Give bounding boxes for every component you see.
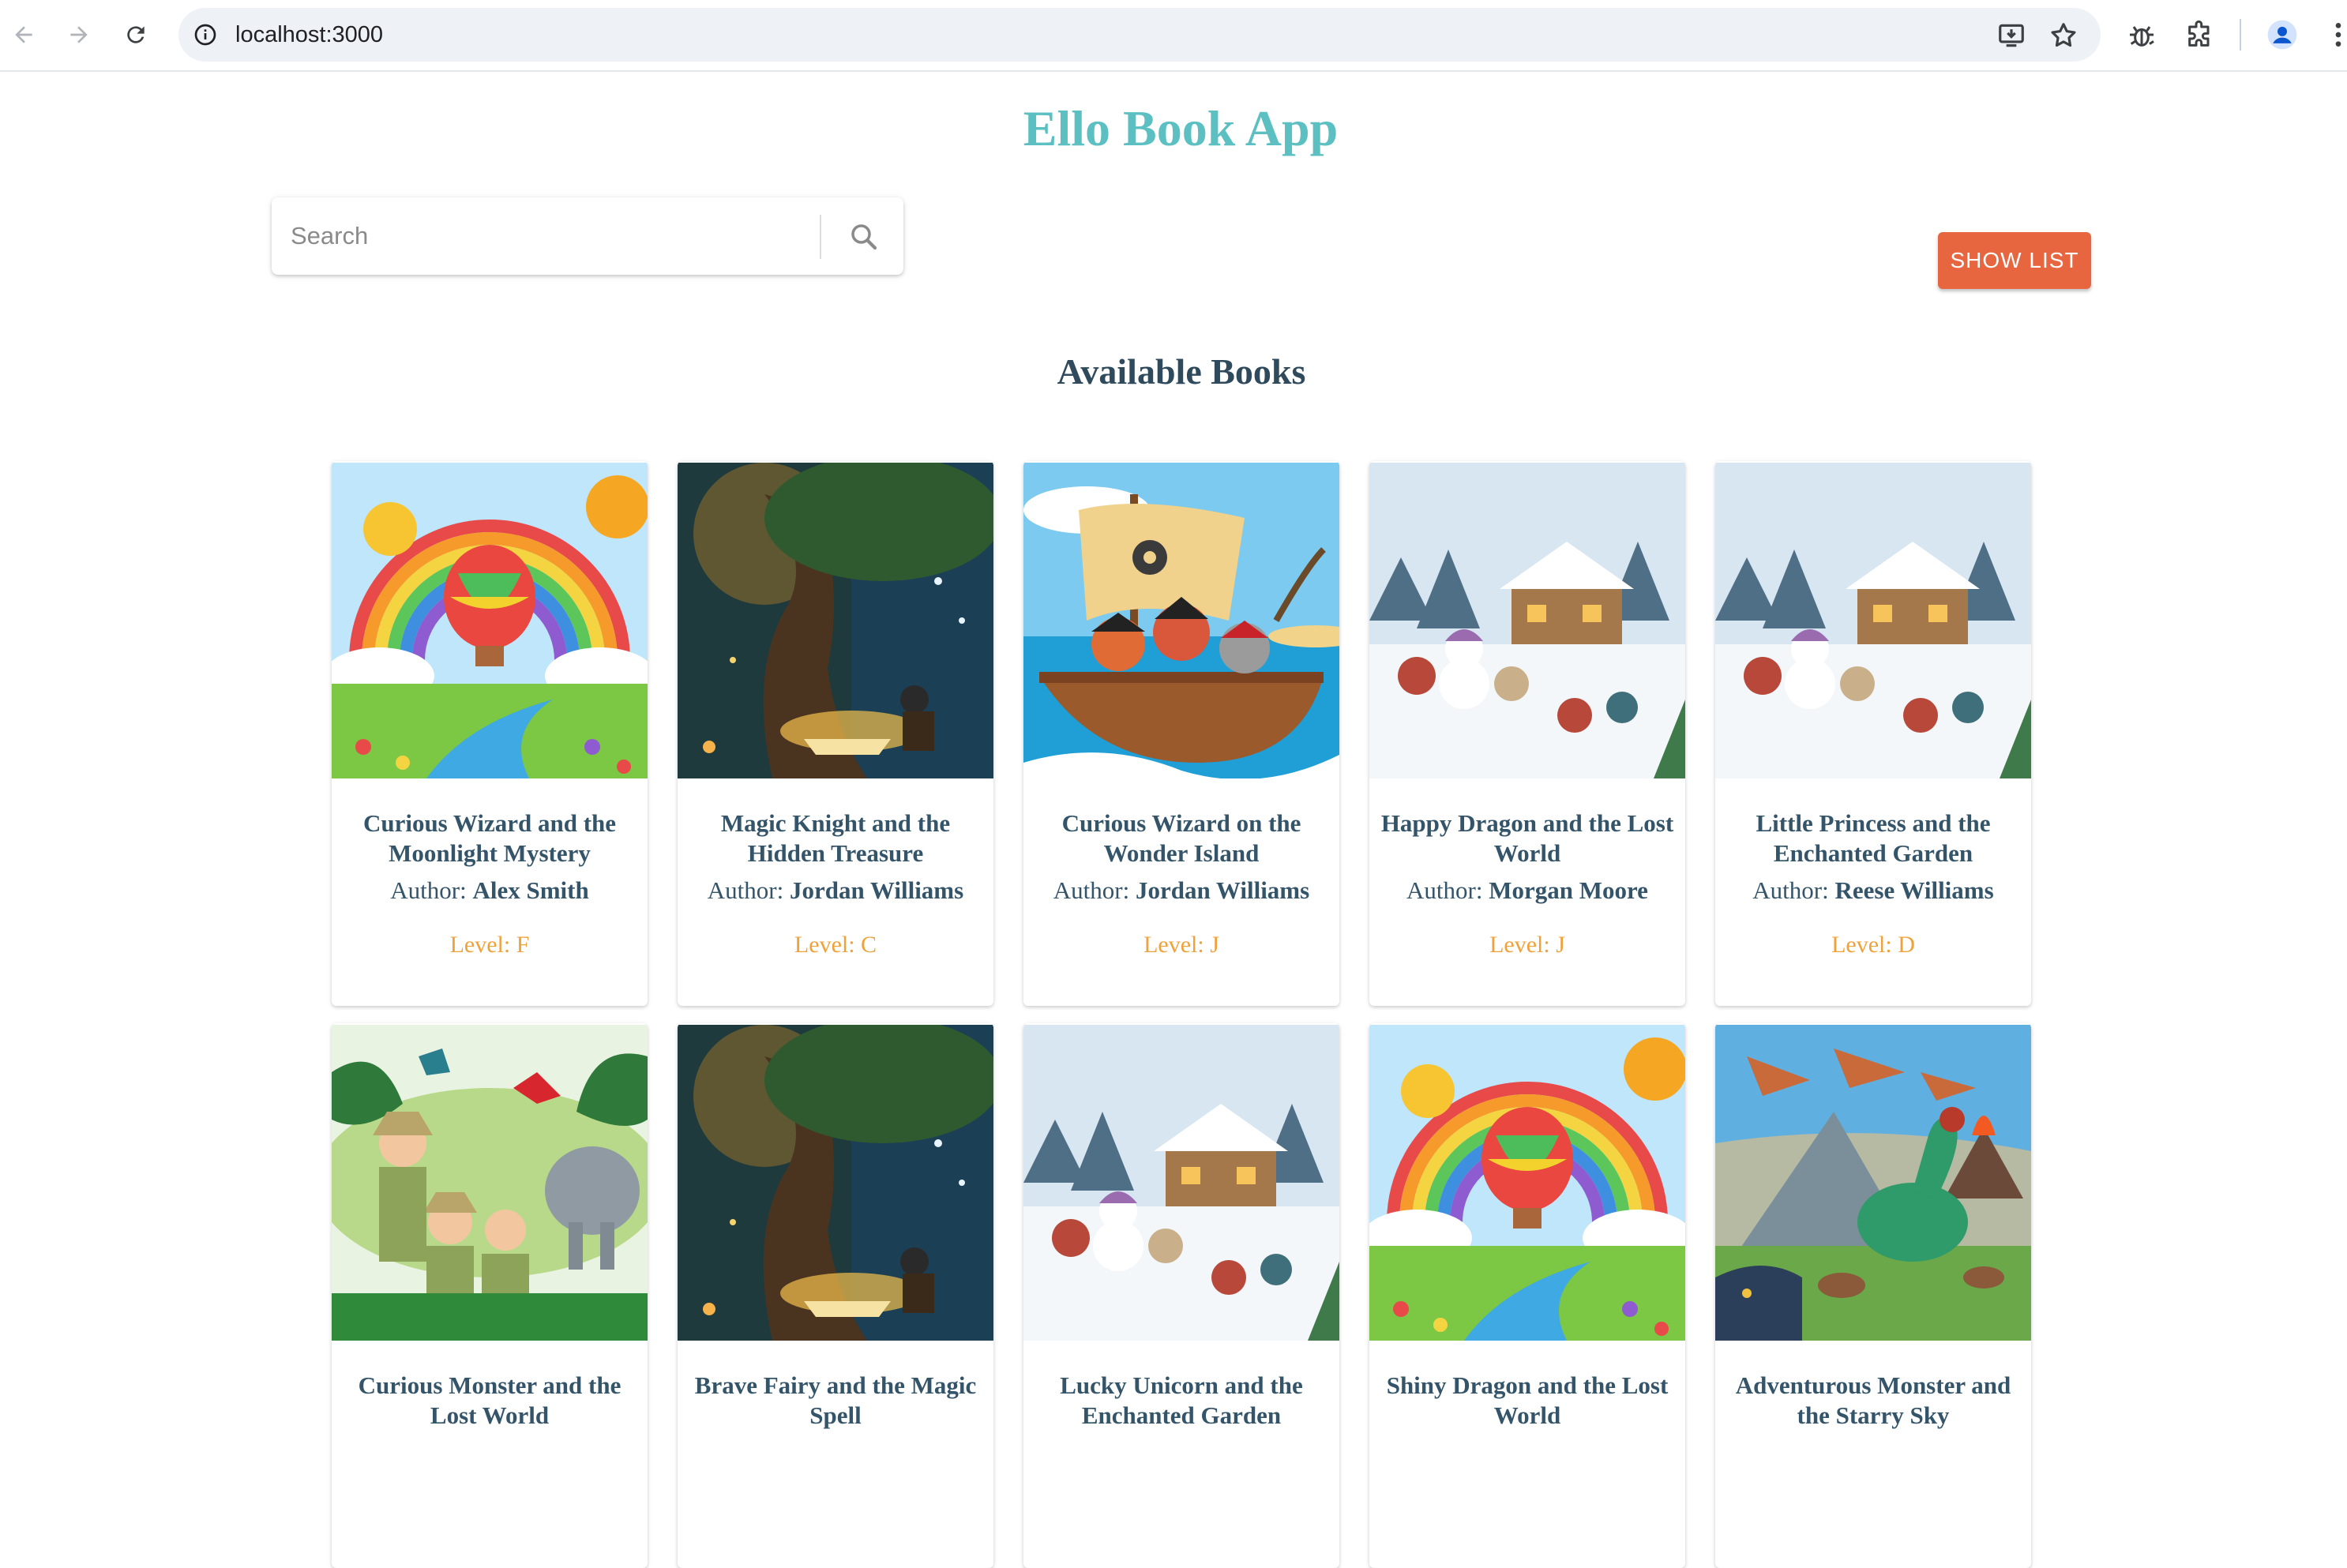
book-card[interactable]: Shiny Dragon and the Lost World bbox=[1369, 1023, 1685, 1568]
book-title: Shiny Dragon and the Lost World bbox=[1386, 1371, 1669, 1429]
book-title: Brave Fairy and the Magic Spell bbox=[694, 1371, 977, 1429]
book-title: Magic Knight and the Hidden Treasure bbox=[720, 809, 951, 867]
book-card[interactable]: Adventurous Monster and the Starry Sky bbox=[1715, 1023, 2031, 1568]
book-title: Little Princess and the Enchanted Garden bbox=[1756, 809, 1991, 867]
book-cover-image bbox=[332, 1025, 648, 1341]
book-cover-image bbox=[1369, 463, 1685, 778]
book-cover-image bbox=[332, 463, 648, 778]
book-level: Level: C bbox=[794, 932, 877, 958]
toolbar-separator bbox=[2240, 19, 2241, 51]
book-cover-image bbox=[1715, 1025, 2031, 1341]
book-cover-image bbox=[1369, 1025, 1685, 1341]
book-author: Author: Reese Williams bbox=[1752, 876, 1994, 904]
search-box bbox=[272, 197, 903, 275]
star-icon[interactable] bbox=[2048, 21, 2079, 51]
book-title: Adventurous Monster and the Starry Sky bbox=[1735, 1371, 2011, 1429]
book-title: Curious Wizard and the Moonlight Mystery bbox=[362, 809, 617, 867]
book-cover-image bbox=[1023, 1025, 1339, 1341]
book-title: Lucky Unicorn and the Enchanted Garden bbox=[1060, 1371, 1303, 1429]
book-author: Author: Alex Smith bbox=[390, 876, 589, 904]
browser-toolbar: localhost:3000 bbox=[0, 0, 2347, 72]
book-cover-image bbox=[678, 1025, 993, 1341]
book-title: Curious Wizard on the Wonder Island bbox=[1061, 809, 1301, 867]
url-text[interactable]: localhost:3000 bbox=[235, 8, 383, 62]
install-app-icon[interactable] bbox=[1996, 21, 2026, 51]
section-title: Available Books bbox=[1057, 351, 1306, 392]
book-card[interactable]: Curious Wizard on the Wonder Island Auth… bbox=[1023, 461, 1339, 1006]
book-level: Level: J bbox=[1489, 932, 1565, 958]
book-level: Level: D bbox=[1831, 932, 1915, 958]
book-card[interactable]: Curious Wizard and the Moonlight Mystery… bbox=[332, 461, 648, 1006]
book-card[interactable]: Magic Knight and the Hidden Treasure Aut… bbox=[678, 461, 993, 1006]
book-card[interactable]: Little Princess and the Enchanted Garden… bbox=[1715, 461, 2031, 1006]
app-title: Ello Book App bbox=[1023, 100, 1339, 156]
search-divider bbox=[820, 215, 821, 259]
book-card[interactable]: Curious Monster and the Lost World bbox=[332, 1023, 648, 1568]
show-list-button[interactable]: SHOW LIST bbox=[1938, 232, 2091, 289]
back-arrow-icon[interactable] bbox=[6, 17, 41, 52]
more-vert-icon[interactable] bbox=[2330, 19, 2347, 51]
book-title: Happy Dragon and the Lost World bbox=[1380, 809, 1674, 867]
puzzle-icon[interactable] bbox=[2184, 19, 2216, 51]
forward-arrow-icon[interactable] bbox=[62, 17, 96, 52]
book-level: Level: F bbox=[449, 932, 530, 958]
book-author: Author: Jordan Williams bbox=[707, 876, 964, 904]
book-author: Author: Jordan Williams bbox=[1053, 876, 1310, 904]
profile-icon[interactable] bbox=[2266, 19, 2298, 51]
book-title: Curious Monster and the Lost World bbox=[358, 1371, 621, 1429]
reload-icon[interactable] bbox=[118, 17, 153, 52]
book-card[interactable]: Brave Fairy and the Magic Spell bbox=[678, 1023, 993, 1568]
address-bar[interactable]: localhost:3000 bbox=[178, 8, 2101, 62]
book-cover-image bbox=[678, 463, 993, 778]
book-level: Level: J bbox=[1143, 932, 1219, 958]
book-cover-image bbox=[1715, 463, 2031, 778]
book-card[interactable]: Happy Dragon and the Lost World Author: … bbox=[1369, 461, 1685, 1006]
info-icon[interactable] bbox=[193, 22, 218, 47]
search-icon[interactable] bbox=[842, 215, 886, 259]
bug-icon[interactable] bbox=[2126, 19, 2157, 51]
search-input[interactable] bbox=[272, 197, 801, 275]
book-author: Author: Morgan Moore bbox=[1406, 876, 1648, 904]
book-cover-image bbox=[1023, 463, 1339, 778]
book-card[interactable]: Lucky Unicorn and the Enchanted Garden bbox=[1023, 1023, 1339, 1568]
